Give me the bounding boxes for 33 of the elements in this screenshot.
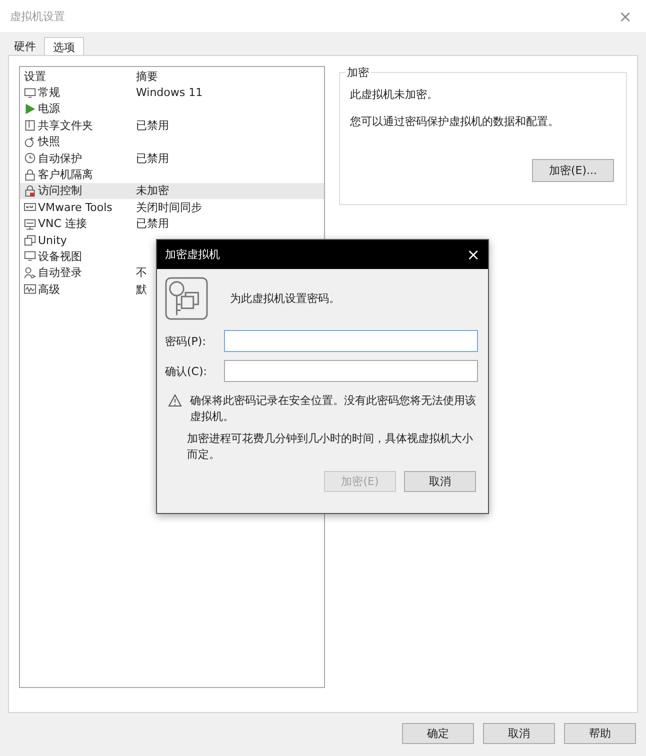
setting-name: Unity bbox=[38, 234, 67, 247]
group-legend: 加密 bbox=[345, 65, 371, 80]
setting-summary: 已禁用 bbox=[136, 118, 169, 133]
setting-name: 访问控制 bbox=[38, 183, 82, 198]
dialog-title: 加密虚拟机 bbox=[165, 247, 220, 262]
setting-summary: 关闭时间同步 bbox=[136, 200, 202, 215]
setting-name: 高级 bbox=[38, 282, 60, 297]
setting-name: 电源 bbox=[38, 101, 60, 116]
intro-text: 为此虚拟机设置密码。 bbox=[230, 291, 340, 306]
warning-text: 确保将此密码记录在安全位置。没有此密码您将无法使用该虚拟机。 bbox=[190, 393, 477, 425]
setting-name: 自动保护 bbox=[38, 150, 82, 166]
field-label: 密码(P): bbox=[165, 334, 207, 348]
setting-name: 常规 bbox=[38, 85, 60, 100]
setting-summary: 已禁用 bbox=[136, 216, 169, 232]
field-label: 确认(C): bbox=[165, 364, 208, 378]
status-text: 此虚拟机未加密。 bbox=[350, 87, 439, 102]
setting-name: VNC 连接 bbox=[38, 216, 87, 232]
setting-name: VMware Tools bbox=[38, 200, 112, 214]
setting-name: 客户机隔离 bbox=[38, 167, 93, 182]
setting-summary: Windows 11 bbox=[136, 86, 203, 100]
setting-summary: 未加密 bbox=[136, 183, 169, 198]
window-title: 虚拟机设置 bbox=[10, 8, 65, 24]
setting-name: 设备视图 bbox=[38, 248, 82, 264]
setting-summary: 默 bbox=[136, 282, 147, 297]
note-text: 加密进程可花费几分钟到几小时的时间，具体视虚拟机大小而定。 bbox=[187, 431, 474, 463]
description-text: 您可以通过密码保护虚拟机的数据和配置。 bbox=[350, 114, 560, 129]
setting-name: 共享文件夹 bbox=[38, 118, 93, 133]
setting-name: 快照 bbox=[38, 134, 60, 150]
column-header: 摘要 bbox=[136, 68, 158, 84]
setting-summary: 已禁用 bbox=[136, 150, 169, 166]
setting-summary: 不 bbox=[136, 265, 147, 280]
setting-name: 自动登录 bbox=[38, 265, 82, 280]
column-header: 设置 bbox=[23, 68, 47, 84]
